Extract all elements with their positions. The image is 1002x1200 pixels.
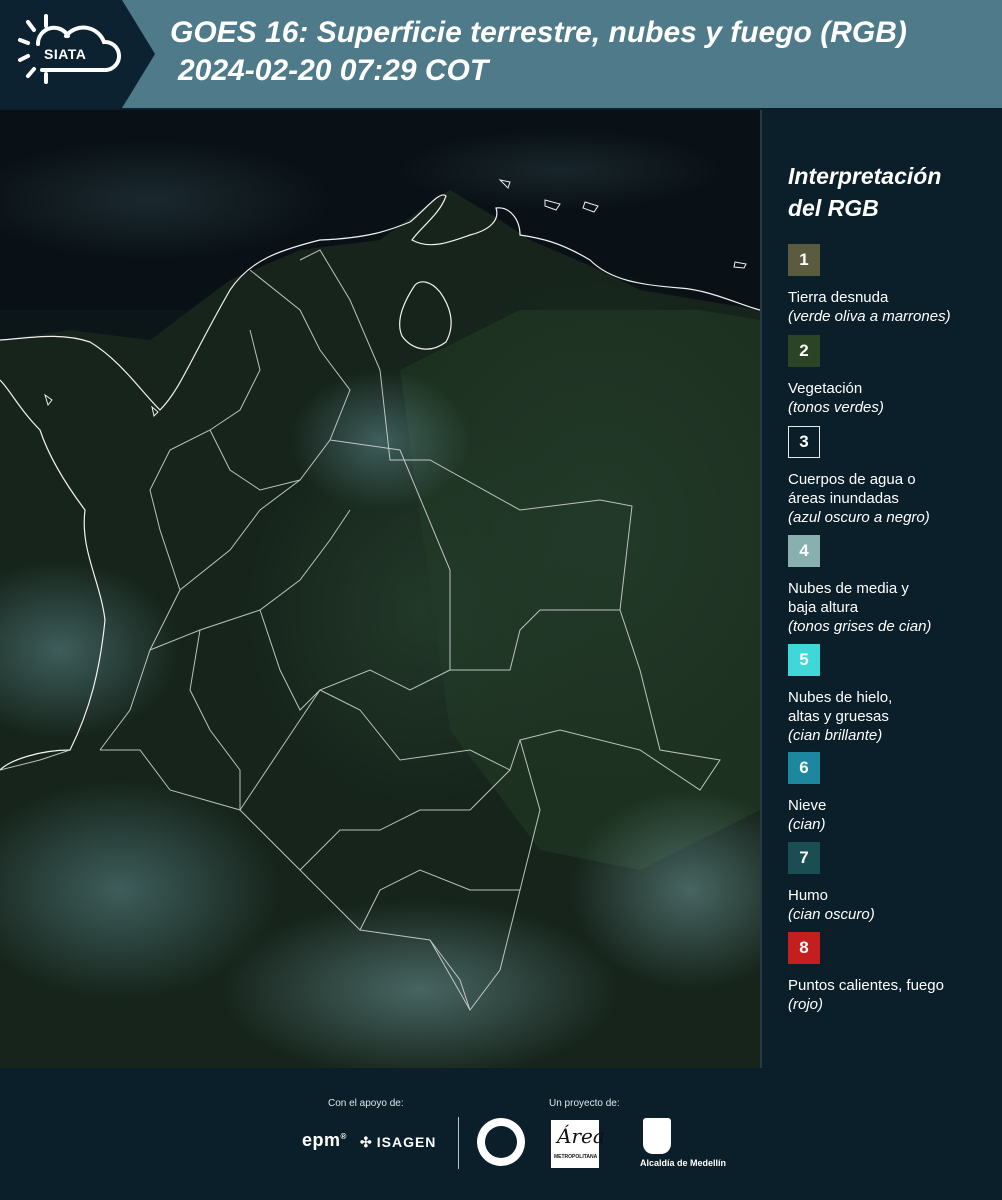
legend-title-line-1: Interpretación <box>788 163 942 189</box>
footer-divider <box>458 1117 459 1169</box>
legend-item: 4 Nubes de media y baja altura (tonos gris… <box>788 535 998 636</box>
area-logo-subtext: METROPOLITANA <box>554 1154 598 1160</box>
legend-swatch: 8 <box>788 932 820 964</box>
seal-inner-icon <box>485 1126 517 1158</box>
legend-item-description: (rojo) <box>788 996 824 1013</box>
footer: Con el apoyo de: Un proyecto de: epm® ✣ I… <box>0 1070 1002 1200</box>
header-bar: SIATA GOES 16: Superficie terrestre, nub… <box>0 0 1002 108</box>
isagen-logo[interactable]: ✣ ISAGEN <box>360 1134 436 1151</box>
legend-swatch: 7 <box>788 842 820 874</box>
legend-panel: Interpretación del RGB <box>788 160 998 238</box>
legend-swatch: 6 <box>788 752 820 784</box>
isagen-mark-icon: ✣ <box>360 1134 373 1150</box>
legend-item-label: Nieve <box>788 797 827 814</box>
legend-swatch: 5 <box>788 644 820 676</box>
legend-swatch: 3 <box>788 426 820 458</box>
siata-logo[interactable]: SIATA <box>0 0 155 108</box>
legend-swatch: 1 <box>788 244 820 276</box>
siata-logo-text: SIATA <box>44 46 87 62</box>
legend-title-line-2: del RGB <box>788 195 879 221</box>
legend-item-label: Tierra desnuda <box>788 289 889 306</box>
legend-item: 6 Nieve (cian) <box>788 752 998 834</box>
epm-logo[interactable]: epm® <box>302 1130 347 1151</box>
satellite-map[interactable] <box>0 110 762 1068</box>
medellin-crest-icon[interactable] <box>643 1118 671 1154</box>
legend-item-description: (cian oscuro) <box>788 906 875 923</box>
legend-item-label: Puntos calientes, fuego <box>788 977 944 994</box>
legend-item: 3 Cuerpos de agua o áreas inundadas (azul … <box>788 426 998 527</box>
legend-item-description: (cian brillante) <box>788 727 883 744</box>
legend-item-label: Vegetación <box>788 380 863 397</box>
legend-item-description: (tonos grises de cian) <box>788 618 932 635</box>
title-line-2: 2024-02-20 07:29 COT <box>178 54 489 87</box>
legend-item: 8 Puntos calientes, fuego (rojo) <box>788 932 998 1014</box>
legend-item: 5 Nubes de hielo, altas y gruesas (cian br… <box>788 644 998 745</box>
page-title: GOES 16: Superficie terrestre, nubes y f… <box>170 14 1000 90</box>
legend-item: 7 Humo (cian oscuro) <box>788 842 998 924</box>
isagen-logo-text: ISAGEN <box>376 1134 437 1150</box>
support-label: Con el apoyo de: <box>328 1098 404 1109</box>
legend-item-label: Nubes de media y baja altura <box>788 580 909 616</box>
legend-title: Interpretación del RGB <box>788 160 998 224</box>
area-logo-text: Área <box>557 1124 605 1148</box>
legend-item: 1 Tierra desnuda (verde oliva a marrones) <box>788 244 998 326</box>
legend-item-label: Cuerpos de agua o áreas inundadas <box>788 471 916 507</box>
legend-item-description: (cian) <box>788 816 826 833</box>
legend-swatch: 2 <box>788 335 820 367</box>
legend-item-description: (verde oliva a marrones) <box>788 308 951 325</box>
title-line-1: GOES 16: Superficie terrestre, nubes y f… <box>170 16 907 49</box>
epm-logo-text: epm <box>302 1130 341 1150</box>
university-seal-logo[interactable] <box>477 1118 525 1166</box>
area-metropolitana-logo[interactable]: Área METROPOLITANA <box>551 1120 605 1168</box>
legend-item: 2 Vegetación (tonos verdes) <box>788 335 998 417</box>
legend-item-label: Nubes de hielo, altas y gruesas <box>788 689 893 725</box>
legend-item-description: (tonos verdes) <box>788 399 884 416</box>
legend-item-description: (azul oscuro a negro) <box>788 509 930 526</box>
map-image <box>0 110 760 1068</box>
medellin-label: Alcaldía de Medellín <box>640 1158 727 1168</box>
legend-item-label: Humo <box>788 887 829 904</box>
legend-swatch: 4 <box>788 535 820 567</box>
project-label: Un proyecto de: <box>549 1098 620 1109</box>
registered-mark-icon: ® <box>340 1132 347 1141</box>
